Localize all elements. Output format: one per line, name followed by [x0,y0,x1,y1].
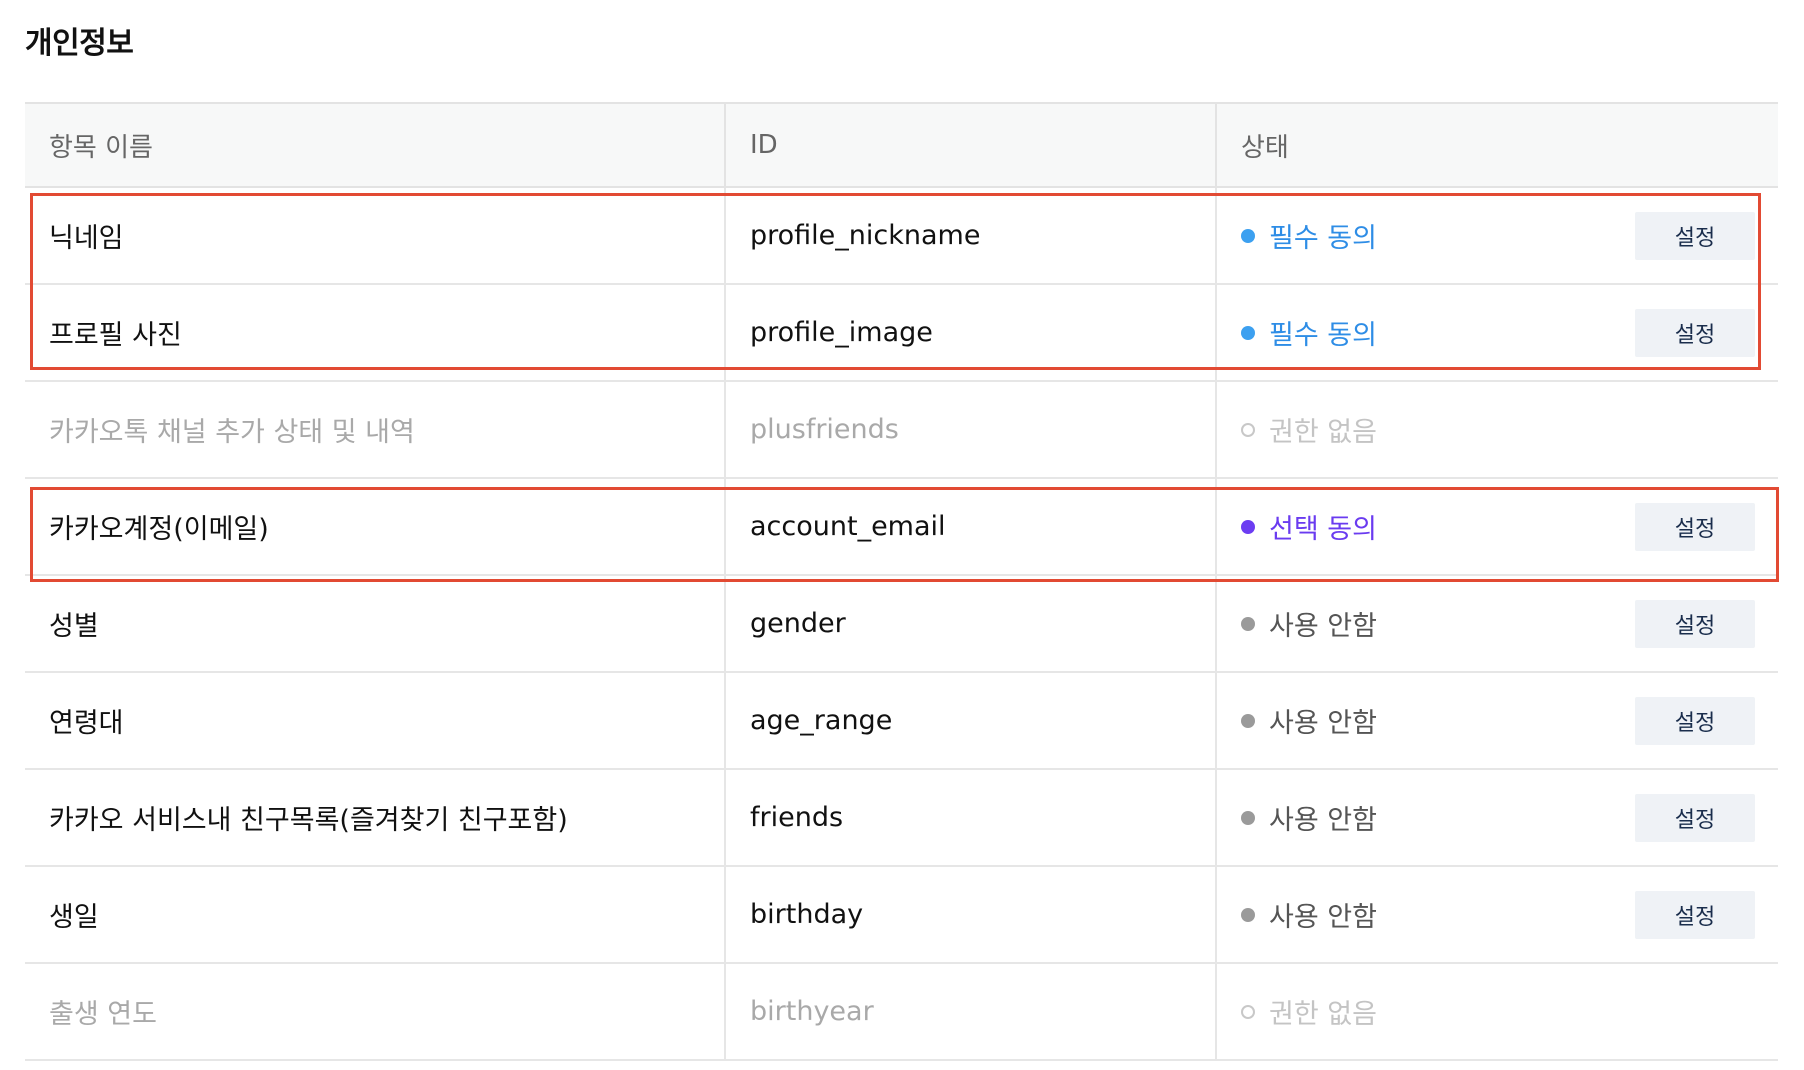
status-badge: 사용 안함 [1241,798,1377,837]
status-badge: 사용 안함 [1241,701,1377,740]
item-name: 연령대 [25,672,725,770]
header-status: 상태 [1215,102,1778,188]
status-badge: 필수 동의 [1241,313,1377,352]
item-status-cell: 사용 안함 설정 [1215,575,1778,673]
status-dot-icon [1241,519,1255,534]
table-row-age-range: 연령대 age_range 사용 안함 설정 [25,672,1778,770]
item-name: 카카오 서비스내 친구목록(즐겨찾기 친구포함) [25,769,725,867]
status-dot-icon [1241,228,1255,243]
table-row-birthyear: 출생 연도 birthyear 권한 없음 [25,963,1778,1061]
setting-button[interactable]: 설정 [1635,696,1755,745]
item-status-cell: 사용 안함 설정 [1215,866,1778,964]
status-badge: 필수 동의 [1241,216,1377,255]
item-id: gender [724,575,1216,673]
item-name: 카카오계정(이메일) [25,478,725,576]
status-badge: 권한 없음 [1241,410,1377,449]
status-badge: 선택 동의 [1241,507,1377,546]
setting-button[interactable]: 설정 [1635,793,1755,842]
item-status-cell: 사용 안함 설정 [1215,672,1778,770]
item-status-cell: 권한 없음 [1215,381,1778,479]
section-title: 개인정보 [25,26,134,61]
status-label: 사용 안함 [1269,611,1377,642]
status-label: 필수 동의 [1269,223,1377,254]
item-id: age_range [724,672,1216,770]
table-row-plusfriends: 카카오톡 채널 추가 상태 및 내역 plusfriends 권한 없음 [25,381,1778,479]
item-name: 카카오톡 채널 추가 상태 및 내역 [25,381,725,479]
status-dot-icon [1241,907,1255,922]
status-label: 필수 동의 [1269,320,1377,351]
setting-button[interactable]: 설정 [1635,211,1755,260]
item-status-cell: 사용 안함 설정 [1215,769,1778,867]
table-header-row: 항목 이름 ID 상태 [25,102,1778,188]
item-id: birthday [724,866,1216,964]
item-id: friends [724,769,1216,867]
table-row-profile-nickname: 닉네임 profile_nickname 필수 동의 설정 [25,187,1778,285]
item-id: plusfriends [724,381,1216,479]
table-row-birthday: 생일 birthday 사용 안함 설정 [25,866,1778,964]
item-id: profile_image [724,284,1216,382]
setting-button[interactable]: 설정 [1635,599,1755,648]
item-id: account_email [724,478,1216,576]
status-label: 권한 없음 [1269,417,1377,448]
item-name: 프로필 사진 [25,284,725,382]
status-dot-icon [1241,325,1255,340]
status-empty-circle-icon [1241,1004,1255,1019]
header-id: ID [724,102,1216,188]
item-id: birthyear [724,963,1216,1061]
item-name: 성별 [25,575,725,673]
item-name: 출생 연도 [25,963,725,1061]
status-label: 사용 안함 [1269,902,1377,933]
status-dot-icon [1241,810,1255,825]
setting-button[interactable]: 설정 [1635,502,1755,551]
setting-button[interactable]: 설정 [1635,890,1755,939]
item-status-cell: 선택 동의 설정 [1215,478,1778,576]
table-row-account-email: 카카오계정(이메일) account_email 선택 동의 설정 [25,478,1778,576]
status-label: 사용 안함 [1269,708,1377,739]
status-dot-icon [1241,713,1255,728]
status-badge: 권한 없음 [1241,992,1377,1031]
item-name: 생일 [25,866,725,964]
status-empty-circle-icon [1241,422,1255,437]
item-status-cell: 필수 동의 설정 [1215,284,1778,382]
table-row-gender: 성별 gender 사용 안함 설정 [25,575,1778,673]
item-status-cell: 필수 동의 설정 [1215,187,1778,285]
status-badge: 사용 안함 [1241,604,1377,643]
item-status-cell: 권한 없음 [1215,963,1778,1061]
item-id: profile_nickname [724,187,1216,285]
status-label: 권한 없음 [1269,999,1377,1030]
setting-button[interactable]: 설정 [1635,308,1755,357]
table-row-profile-image: 프로필 사진 profile_image 필수 동의 설정 [25,284,1778,382]
consent-items-table: 항목 이름 ID 상태 닉네임 profile_nickname 필수 동의 설… [25,102,1778,1061]
item-name: 닉네임 [25,187,725,285]
status-badge: 사용 안함 [1241,895,1377,934]
status-label: 사용 안함 [1269,805,1377,836]
header-item-name: 항목 이름 [25,102,725,188]
table-row-friends: 카카오 서비스내 친구목록(즐겨찾기 친구포함) friends 사용 안함 설… [25,769,1778,867]
status-label: 선택 동의 [1269,514,1377,545]
status-dot-icon [1241,616,1255,631]
